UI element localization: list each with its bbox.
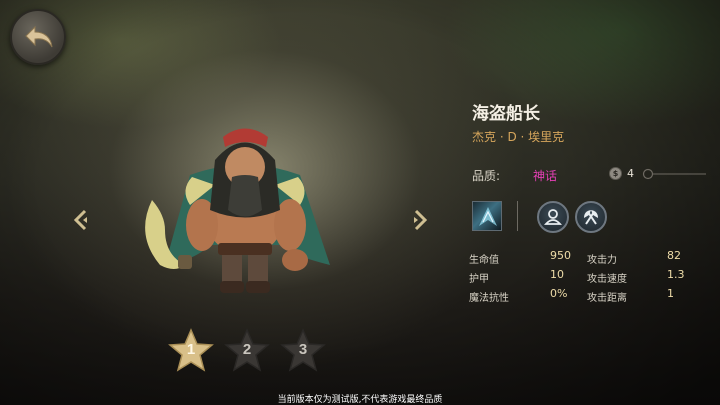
quality-value: 神话	[533, 169, 558, 183]
attack-value: 82	[667, 249, 681, 262]
star-level-label: 1	[186, 341, 196, 358]
hero-subtitle: 杰克 · D · 埃里克	[472, 130, 565, 144]
axe-role-icon[interactable]	[575, 201, 607, 233]
star-level-3-button[interactable]: 3	[280, 328, 326, 374]
armor-value: 10	[550, 268, 564, 281]
attack-range-label: 攻击距离	[587, 293, 627, 304]
star-level-selector: 1 2 3	[168, 328, 333, 374]
back-button[interactable]	[10, 9, 66, 65]
portrait-role-icon[interactable]	[537, 201, 569, 233]
stat-row: 护甲 10 攻击速度 1.3	[469, 267, 712, 285]
attack-speed-value: 1.3	[667, 268, 685, 281]
magic-resist-value: 0%	[550, 287, 568, 300]
hero-info-panel: 海盗船长 杰克 · D · 埃里克 品质: 神话 $ 4 生命值 950 攻击力…	[469, 95, 712, 315]
stat-row: 魔法抗性 0% 攻击距离 1	[469, 286, 712, 304]
hero-name: 海盗船长	[472, 104, 540, 124]
star-level-label: 3	[298, 341, 308, 358]
previous-hero-button[interactable]	[73, 208, 89, 232]
attack-label: 攻击力	[587, 255, 617, 266]
hp-label: 生命值	[469, 255, 499, 266]
chevron-left-icon	[73, 209, 87, 231]
magic-resist-label: 魔法抗性	[469, 293, 509, 304]
chevron-right-icon	[414, 209, 428, 231]
test-version-disclaimer: 当前版本仅为测试版,不代表游戏最终品质	[277, 395, 443, 405]
star-level-1-button[interactable]: 1	[168, 328, 214, 374]
star-level-label: 2	[242, 341, 252, 358]
attack-speed-label: 攻击速度	[587, 274, 627, 285]
attack-range-value: 1	[667, 287, 674, 300]
armor-label: 护甲	[469, 274, 489, 285]
hp-value: 950	[550, 249, 571, 262]
star-level-2-button[interactable]: 2	[224, 328, 270, 374]
hero-model[interactable]	[130, 115, 360, 310]
panel-divider	[517, 201, 518, 231]
coin-level-icon: $	[609, 167, 622, 180]
quality-label: 品质:	[472, 169, 501, 183]
level-track-icon	[642, 168, 706, 180]
next-hero-button[interactable]	[412, 208, 428, 232]
back-arrow-icon	[25, 25, 53, 48]
stat-row: 生命值 950 攻击力 82	[469, 248, 712, 266]
ability-skill-icon[interactable]	[472, 201, 502, 231]
level-value: 4	[627, 167, 634, 180]
